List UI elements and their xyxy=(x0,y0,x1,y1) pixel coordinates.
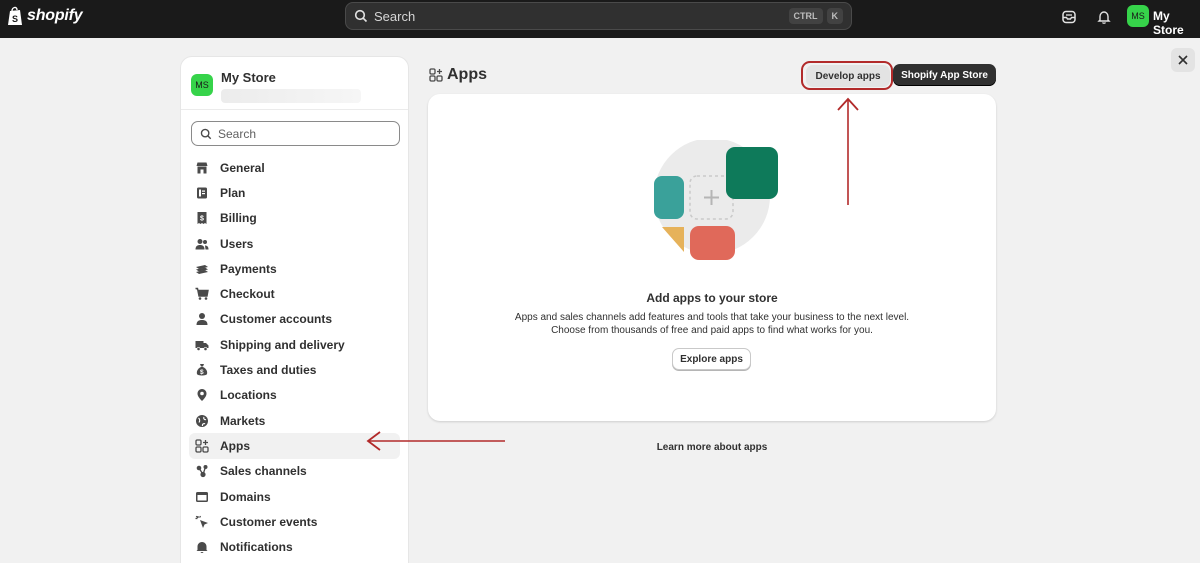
sidebar-item-shipping[interactable]: Shipping and delivery xyxy=(189,332,400,357)
sidebar-item-label: General xyxy=(220,160,265,175)
apps-illustration-icon xyxy=(654,140,778,260)
search-placeholder: Search xyxy=(218,126,257,141)
annotation-highlight-ring xyxy=(801,61,893,90)
avatar[interactable]: MS xyxy=(1127,5,1149,27)
sidebar-item-markets[interactable]: Markets xyxy=(189,408,400,433)
svg-text:$: $ xyxy=(200,216,204,223)
empty-state-card: Add apps to your store Apps and sales ch… xyxy=(428,94,996,421)
sidebar-item-label: Sales channels xyxy=(220,464,307,479)
bell-icon[interactable] xyxy=(1096,9,1112,25)
sidebar-item-general[interactable]: General xyxy=(189,155,400,180)
shopify-app-store-button[interactable]: Shopify App Store xyxy=(893,64,996,86)
sidebar-item-customer-accounts[interactable]: Customer accounts xyxy=(189,307,400,332)
divider xyxy=(181,109,408,110)
shortcut-key-k: K xyxy=(826,8,843,24)
sidebar-item-domains[interactable]: Domains xyxy=(189,484,400,509)
store-header[interactable]: MS My Store xyxy=(191,69,361,103)
sidebar-item-label: Customer accounts xyxy=(220,312,333,327)
page-title-text: Apps xyxy=(447,66,487,83)
sidebar-item-apps[interactable]: Apps xyxy=(189,433,400,459)
search-icon xyxy=(200,128,212,139)
settings-sidebar: MS My Store Search General Plan $ Billin… xyxy=(180,56,409,563)
sidebar-item-label: Locations xyxy=(220,388,277,403)
top-bar: S shopify Search CTRL K MS My Store xyxy=(0,0,1200,38)
payments-icon xyxy=(196,264,208,274)
location-pin-icon xyxy=(197,389,207,402)
sidebar-item-locations[interactable]: Locations xyxy=(189,383,400,408)
sidebar-item-label: Checkout xyxy=(220,287,275,302)
store-avatar: MS xyxy=(191,74,213,96)
page-title: Apps xyxy=(429,66,487,84)
store-name[interactable]: My Store xyxy=(1153,9,1200,37)
svg-text:$: $ xyxy=(200,369,204,376)
sidebar-item-label: Shipping and delivery xyxy=(220,337,345,352)
money-bag-icon: $ xyxy=(196,364,208,376)
sidebar-item-billing[interactable]: $ Billing xyxy=(189,206,400,231)
sidebar-item-label: Plan xyxy=(220,185,246,200)
globe-icon xyxy=(196,414,208,427)
settings-search-input[interactable]: Search xyxy=(191,121,400,146)
shopify-bag-icon: S xyxy=(8,6,22,25)
sales-channels-icon xyxy=(196,465,208,478)
sidebar-item-label: Users xyxy=(220,236,254,251)
person-icon xyxy=(196,313,208,326)
description-line: Choose from thousands of free and paid a… xyxy=(551,325,873,336)
shortcut-key-ctrl: CTRL xyxy=(788,8,823,24)
sidebar-item-label: Billing xyxy=(220,211,257,226)
shopify-logo[interactable]: S shopify xyxy=(7,6,83,26)
settings-nav: General Plan $ Billing Users Payments Ch… xyxy=(189,155,400,560)
sidebar-item-payments[interactable]: Payments xyxy=(189,256,400,281)
sidebar-item-label: Notifications xyxy=(220,540,293,555)
svg-text:S: S xyxy=(12,14,18,24)
sidebar-item-label: Customer events xyxy=(220,514,318,529)
sidebar-item-label: Apps xyxy=(220,438,250,453)
sidebar-item-label: Domains xyxy=(220,489,271,504)
search-placeholder: Search xyxy=(374,8,416,24)
global-search-input[interactable]: Search CTRL K xyxy=(345,2,852,30)
bell-icon xyxy=(196,542,208,554)
sidebar-item-customer-events[interactable]: Customer events xyxy=(189,509,400,534)
truck-icon xyxy=(195,340,209,351)
close-icon xyxy=(1178,55,1188,65)
inbox-icon[interactable] xyxy=(1061,9,1077,25)
sidebar-item-taxes[interactable]: $ Taxes and duties xyxy=(189,357,400,382)
apps-icon xyxy=(195,439,209,453)
receipt-icon: $ xyxy=(197,212,207,225)
users-icon xyxy=(195,238,209,250)
sidebar-item-label: Taxes and duties xyxy=(220,363,317,378)
learn-more-link[interactable]: Learn more about apps xyxy=(428,442,996,453)
sidebar-item-label: Markets xyxy=(220,413,266,428)
sidebar-item-plan[interactable]: Plan xyxy=(189,180,400,205)
cart-icon xyxy=(195,287,209,300)
store-icon xyxy=(196,162,208,174)
domain-icon xyxy=(196,491,208,502)
sidebar-item-label: Payments xyxy=(220,261,277,276)
sidebar-item-sales-channels[interactable]: Sales channels xyxy=(189,459,400,484)
cursor-click-icon xyxy=(195,515,208,528)
sidebar-item-users[interactable]: Users xyxy=(189,231,400,256)
logo-text: shopify xyxy=(27,7,83,24)
description-line: Apps and sales channels add features and… xyxy=(514,312,910,323)
sidebar-item-notifications[interactable]: Notifications xyxy=(189,534,400,559)
explore-apps-button[interactable]: Explore apps xyxy=(672,348,751,370)
empty-state-title: Add apps to your store xyxy=(646,291,778,305)
sidebar-item-checkout[interactable]: Checkout xyxy=(189,281,400,306)
store-url-redacted xyxy=(221,89,361,103)
plan-icon xyxy=(197,187,207,199)
close-button[interactable] xyxy=(1171,48,1195,72)
empty-state-description: Apps and sales channels add features and… xyxy=(428,311,996,337)
search-icon xyxy=(354,9,368,23)
sidebar-store-name: My Store xyxy=(221,70,276,85)
apps-icon xyxy=(429,68,443,82)
